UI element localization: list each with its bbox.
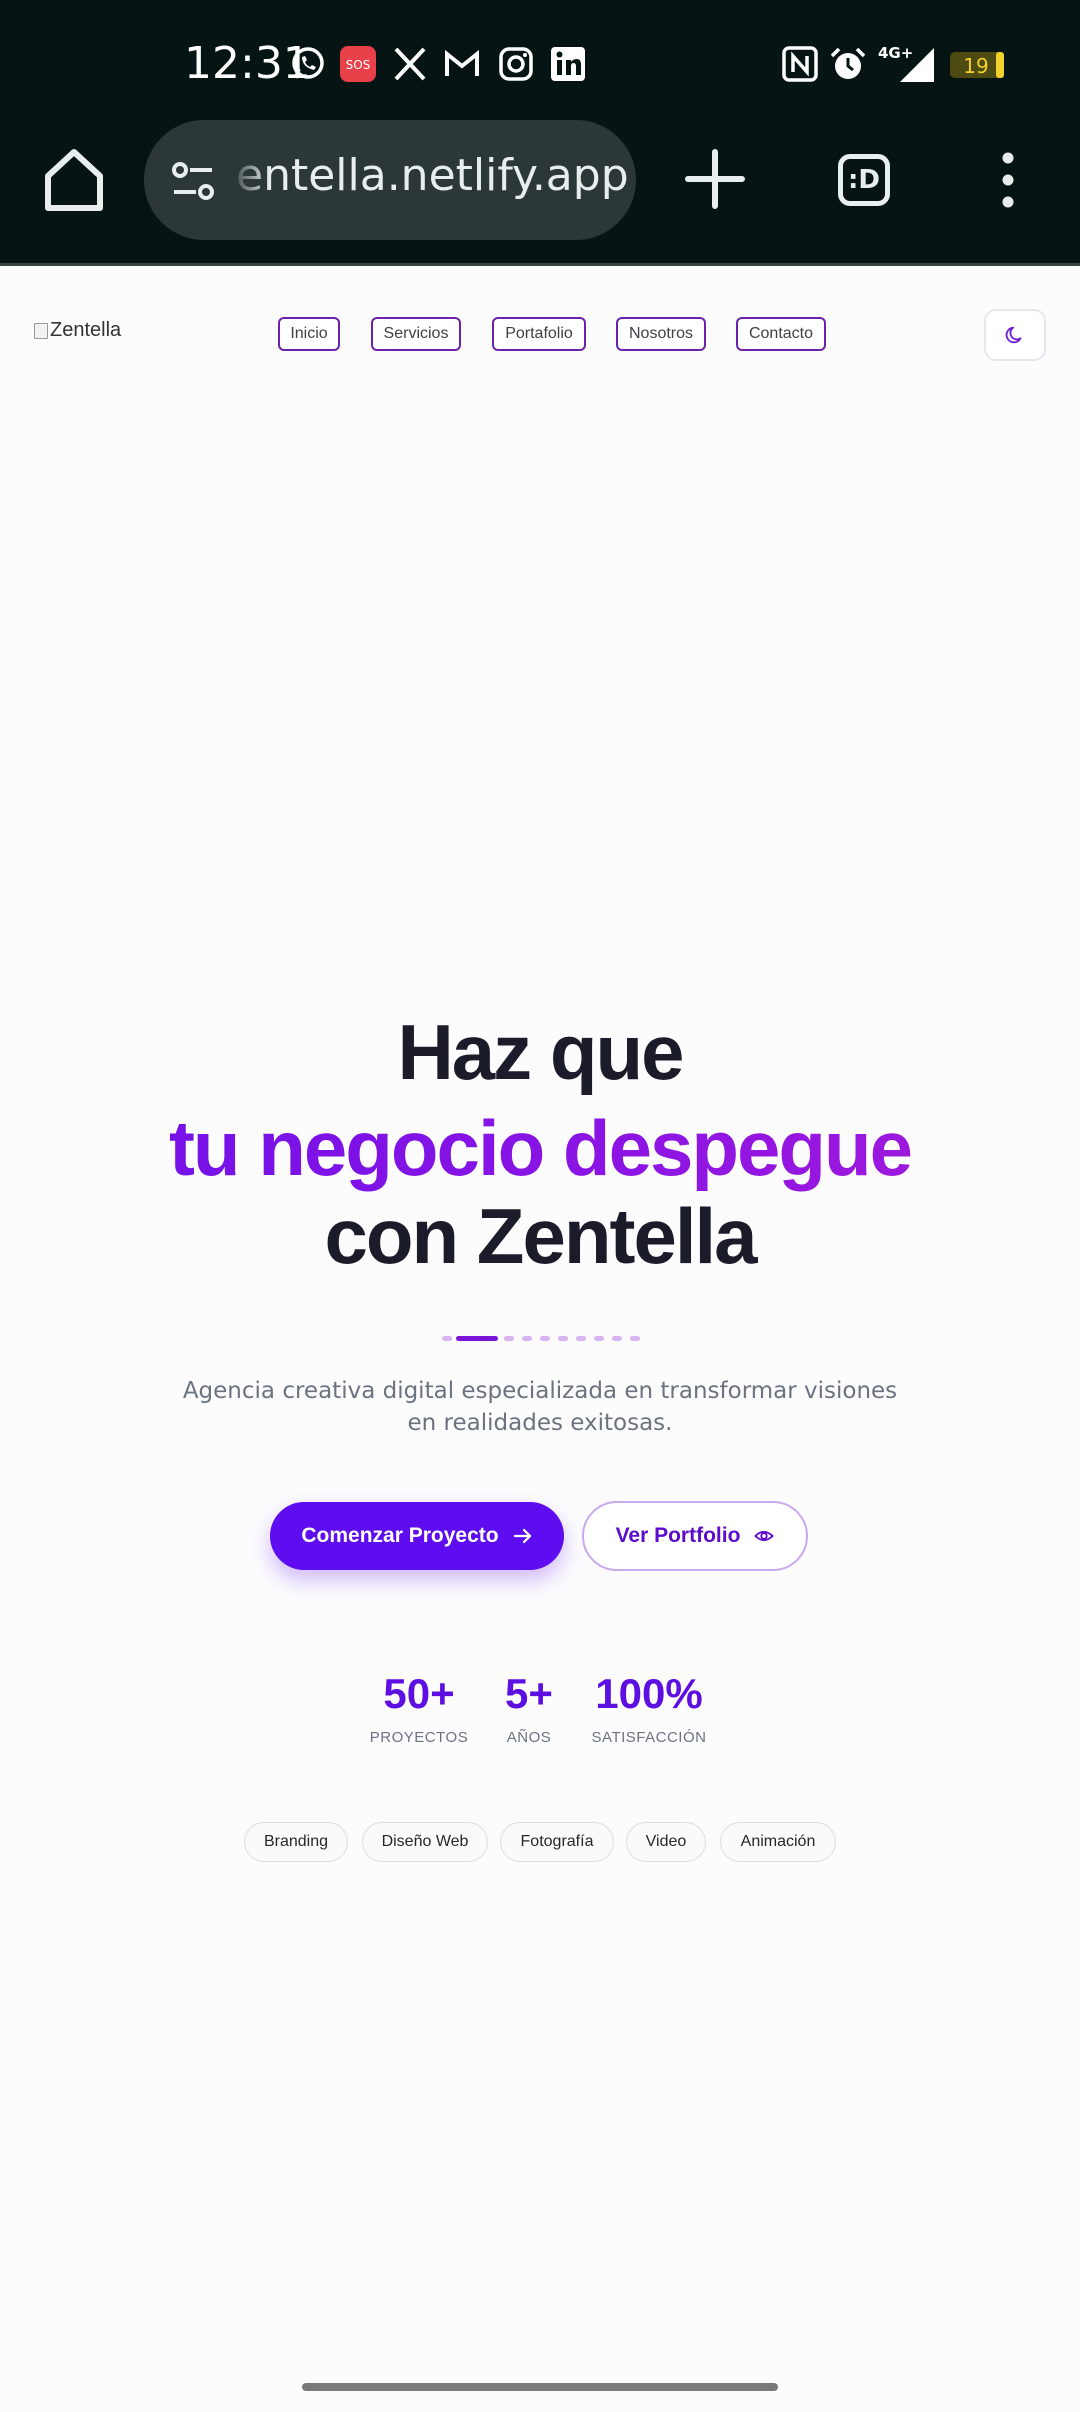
svg-text:4G+: 4G+ [878, 44, 913, 62]
nfc-icon [780, 44, 820, 84]
eye-icon [754, 1531, 775, 1541]
progress-dash [576, 1336, 586, 1341]
x-icon [390, 44, 430, 84]
plus-icon [685, 149, 745, 209]
hero-title-highlight: tu negocio despegue [0, 1103, 1080, 1194]
progress-dash [558, 1336, 568, 1341]
tag-photography: Fotografía [500, 1822, 614, 1862]
sos-icon: SOS [338, 44, 378, 84]
progress-dash [612, 1336, 622, 1341]
hero-subtitle: Agencia creativa digital especializada e… [182, 1378, 898, 1436]
progress-dash-active [456, 1336, 498, 1341]
tag-video: Video [626, 1822, 706, 1862]
start-project-label: Comenzar Proyecto [301, 1524, 499, 1547]
linkedin-icon [548, 44, 588, 84]
progress-dash [630, 1336, 640, 1341]
view-portfolio-button[interactable]: Ver Portfolio [582, 1501, 808, 1571]
nav-link-servicios[interactable]: Servicios [371, 317, 461, 351]
nav-link-nosotros[interactable]: Nosotros [616, 317, 706, 351]
gesture-navigation-bar[interactable] [302, 2383, 778, 2391]
home-icon [45, 149, 103, 211]
tag-web-design: Diseño Web [362, 1822, 488, 1862]
broken-image-icon [34, 322, 48, 339]
stat-label: PROYECTOS [369, 1729, 469, 1746]
stat-projects: 50+ PROYECTOS [362, 1670, 476, 1747]
svg-text:19: 19 [963, 54, 988, 78]
instagram-icon [496, 44, 536, 84]
stat-label: SATISFACCIÓN [591, 1729, 707, 1746]
home-button[interactable] [38, 144, 110, 216]
status-bar: 12:31 SOS 4G+ 19 [0, 30, 1080, 96]
start-project-button[interactable]: Comenzar Proyecto [270, 1502, 564, 1570]
nav-link-contacto[interactable]: Contacto [736, 317, 826, 351]
svg-text:SOS: SOS [346, 58, 371, 72]
moon-icon [1005, 326, 1022, 344]
tag-branding: Branding [244, 1822, 348, 1862]
progress-dash [540, 1336, 550, 1341]
progress-dash [504, 1336, 514, 1341]
view-portfolio-label: Ver Portfolio [615, 1524, 741, 1547]
url-fade [230, 120, 270, 240]
progress-dash [522, 1336, 532, 1341]
tag-animation: Animación [720, 1822, 836, 1862]
nav-link-inicio[interactable]: Inicio [278, 317, 340, 351]
browser-chrome: 12:31 SOS 4G+ 19 entella.netlify.app:D [0, 0, 1080, 266]
logo-alt-text: Zentella [50, 319, 122, 341]
stat-value: 5+ [505, 1670, 553, 1717]
theme-toggle-button[interactable] [984, 309, 1046, 361]
url-text: entella.netlify.app [236, 150, 629, 201]
web-page: Zentella Inicio Servicios Portafolio Nos… [0, 269, 1080, 2412]
alarm-icon [828, 44, 868, 84]
stat-years: 5+ AÑOS [494, 1670, 564, 1747]
stat-value: 50+ [383, 1670, 455, 1717]
battery-icon: 19 [946, 44, 1010, 84]
nav-link-portafolio[interactable]: Portafolio [492, 317, 586, 351]
arrow-right-icon [513, 1528, 531, 1544]
gmail-icon [442, 44, 482, 84]
stat-satisfaction: 100% SATISFACCIÓN [582, 1670, 716, 1747]
progress-dash [594, 1336, 604, 1341]
more-vert-icon [1002, 152, 1014, 208]
stat-label: AÑOS [506, 1729, 552, 1746]
hero-title-line-3: con Zentella [324, 1192, 757, 1280]
stat-value: 100% [595, 1670, 703, 1717]
progress-dash [442, 1336, 452, 1341]
site-logo[interactable]: Zentella [34, 319, 121, 342]
site-settings-icon[interactable] [168, 156, 218, 206]
browser-toolbar: entella.netlify.app :D [0, 120, 1080, 240]
address-bar[interactable]: entella.netlify.app [144, 120, 636, 240]
tab-switcher-button[interactable]: :D [838, 154, 890, 206]
new-tab-button[interactable] [682, 146, 748, 212]
whatsapp-icon [288, 44, 328, 84]
hero-title-line-1: Haz que [397, 1008, 684, 1096]
overflow-menu-button[interactable] [990, 150, 1026, 210]
signal-icon: 4G+ [876, 44, 938, 84]
